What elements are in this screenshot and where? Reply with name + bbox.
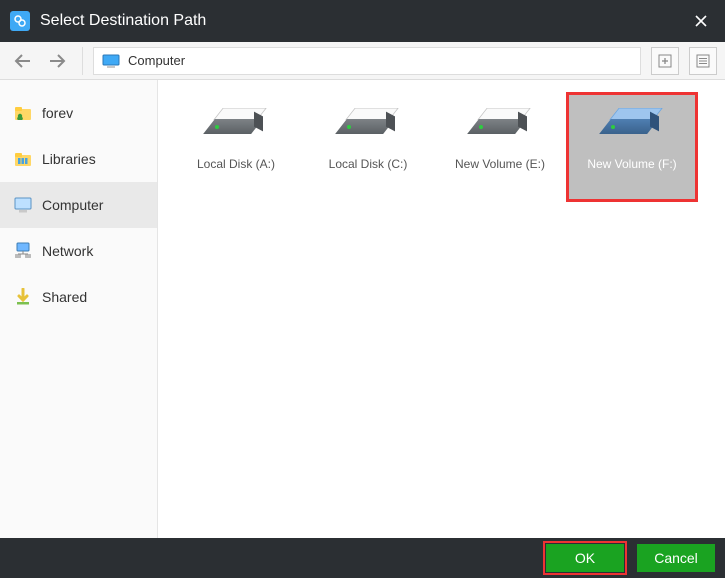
content-area: Local Disk (A:) Local Disk (C:) New Volu… [158,80,725,538]
view-list-button[interactable] [689,47,717,75]
user-folder-icon [14,104,32,122]
toolbar: Computer [0,42,725,80]
hard-drive-icon [209,105,263,145]
sidebar-item-shared[interactable]: Shared [0,274,157,320]
new-folder-button[interactable] [651,47,679,75]
ok-button-highlight: OK [543,541,627,575]
libraries-icon [14,150,32,168]
close-icon [694,14,708,28]
ok-button-label: OK [575,550,595,566]
drive-label: New Volume (F:) [587,157,676,171]
cancel-button-label: Cancel [654,550,698,566]
drive-item[interactable]: Local Disk (A:) [170,92,302,202]
drive-item[interactable]: New Volume (F:) [566,92,698,202]
computer-icon [14,196,32,214]
list-view-icon [696,54,710,68]
drive-item[interactable]: Local Disk (C:) [302,92,434,202]
drive-item[interactable]: New Volume (E:) [434,92,566,202]
cancel-button[interactable]: Cancel [637,544,715,572]
sidebar-item-computer[interactable]: Computer [0,182,157,228]
path-box[interactable]: Computer [93,47,641,75]
drive-label: Local Disk (C:) [329,157,408,171]
title-text: Select Destination Path [40,12,687,30]
hard-drive-icon [605,105,659,145]
hard-drive-icon [341,105,395,145]
path-label: Computer [128,53,185,68]
drive-label: New Volume (E:) [455,157,545,171]
nav-back-button[interactable] [8,47,38,75]
dialog-body: forev Libraries Computer Network [0,80,725,538]
sidebar-item-forev[interactable]: forev [0,90,157,136]
app-icon [10,11,30,31]
network-icon [14,242,32,260]
sidebar-item-libraries[interactable]: Libraries [0,136,157,182]
sidebar: forev Libraries Computer Network [0,80,158,538]
sidebar-item-label: Shared [42,289,87,305]
sidebar-item-network[interactable]: Network [0,228,157,274]
sidebar-item-label: Network [42,243,93,259]
ok-button[interactable]: OK [546,544,624,572]
sidebar-item-label: Libraries [42,151,96,167]
drive-label: Local Disk (A:) [197,157,275,171]
computer-icon [102,54,120,68]
plus-icon [658,54,672,68]
hard-drive-icon [473,105,527,145]
sidebar-item-label: forev [42,105,73,121]
close-button[interactable] [687,7,715,35]
nav-forward-button[interactable] [42,47,72,75]
arrow-left-icon [13,53,33,69]
sidebar-item-label: Computer [42,197,103,213]
titlebar: Select Destination Path [0,0,725,42]
footer: OK Cancel [0,538,725,578]
dialog-window: Select Destination Path Computer [0,0,725,578]
toolbar-separator [82,47,83,75]
arrow-right-icon [47,53,67,69]
shared-icon [14,288,32,306]
